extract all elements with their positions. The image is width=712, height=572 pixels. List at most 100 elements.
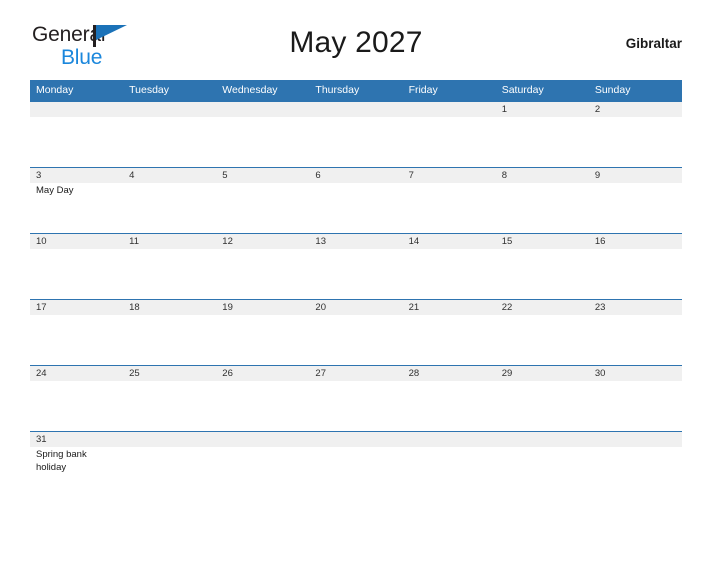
calendar-day[interactable]: 5 [216,168,310,233]
day-events [216,249,309,251]
day-events [309,447,402,449]
day-number: 11 [123,234,217,249]
calendar-week-row: 3 May Day 4 5 6 7 8 9 [30,167,682,233]
day-events [123,381,216,383]
day-events [496,315,589,317]
calendar-day[interactable]: 17 [30,300,124,365]
calendar-day-empty [402,102,496,167]
weekday-thursday: Thursday [315,84,360,96]
day-number [30,102,124,117]
calendar-grid: Monday Tuesday Wednesday Thursday Friday… [30,80,682,481]
calendar-day-empty [495,432,589,481]
day-events [589,315,682,317]
calendar-day[interactable]: 6 [309,168,403,233]
calendar-day[interactable]: 31 Spring bank holiday [30,432,124,481]
day-number: 31 [30,432,124,447]
calendar-day[interactable]: 29 [495,366,589,431]
day-events [403,315,496,317]
calendar-day[interactable]: 2 [588,102,682,167]
calendar-day[interactable]: 24 [30,366,124,431]
calendar-day-empty [216,432,310,481]
holiday-event: May Day [36,185,74,196]
calendar-day[interactable]: 12 [216,234,310,299]
calendar-day[interactable]: 11 [123,234,217,299]
day-number: 15 [495,234,589,249]
day-number: 1 [495,102,589,117]
weekday-saturday: Saturday [501,84,544,96]
calendar-day[interactable]: 22 [495,300,589,365]
holiday-event: Spring bank holiday [36,449,87,473]
day-number [123,432,217,447]
calendar-day[interactable]: 13 [309,234,403,299]
day-events [216,447,309,449]
day-events [403,447,496,449]
day-number: 25 [123,366,217,381]
day-events [496,183,589,185]
day-events [589,249,682,251]
calendar-day[interactable]: 18 [123,300,217,365]
day-events [123,249,216,251]
day-number: 27 [309,366,403,381]
day-number [123,102,217,117]
day-number [216,102,310,117]
day-number: 24 [30,366,124,381]
calendar-day[interactable]: 14 [402,234,496,299]
day-number [588,432,682,447]
calendar-day-empty [309,102,403,167]
day-events [216,381,309,383]
day-events: May Day [30,183,123,198]
calendar-day[interactable]: 9 [588,168,682,233]
country-label: Gibraltar [625,36,682,51]
day-events [496,249,589,251]
day-number: 14 [402,234,496,249]
calendar-day[interactable]: 1 [495,102,589,167]
day-events [30,315,123,317]
day-number: 30 [588,366,682,381]
day-number: 12 [216,234,310,249]
weekday-sunday: Sunday [594,84,631,96]
calendar-day[interactable]: 15 [495,234,589,299]
day-number: 6 [309,168,403,183]
calendar-day-empty [309,432,403,481]
calendar-day[interactable]: 21 [402,300,496,365]
calendar-day-empty [123,432,217,481]
calendar-day[interactable]: 8 [495,168,589,233]
day-events [216,117,309,119]
day-number: 29 [495,366,589,381]
weekday-friday: Friday [408,84,438,96]
day-events [589,183,682,185]
calendar-day[interactable]: 28 [402,366,496,431]
day-number [402,432,496,447]
calendar-day[interactable]: 26 [216,366,310,431]
calendar-day[interactable]: 3 May Day [30,168,124,233]
day-events [496,447,589,449]
day-number: 20 [309,300,403,315]
day-number: 13 [309,234,403,249]
calendar-day[interactable]: 10 [30,234,124,299]
day-events [403,183,496,185]
calendar-week-row: 24 25 26 27 28 29 30 [30,365,682,431]
day-number: 18 [123,300,217,315]
day-number: 17 [30,300,124,315]
calendar-day-empty [30,102,124,167]
day-number: 4 [123,168,217,183]
day-number: 3 [30,168,124,183]
calendar-day[interactable]: 4 [123,168,217,233]
calendar-day[interactable]: 27 [309,366,403,431]
day-number: 28 [402,366,496,381]
calendar-day[interactable]: 7 [402,168,496,233]
calendar-day[interactable]: 25 [123,366,217,431]
day-events [496,381,589,383]
calendar-day[interactable]: 30 [588,366,682,431]
day-events [216,315,309,317]
calendar-day[interactable]: 23 [588,300,682,365]
calendar-day[interactable]: 16 [588,234,682,299]
day-events [123,183,216,185]
day-number [216,432,310,447]
day-events [496,117,589,119]
calendar-day[interactable]: 19 [216,300,310,365]
weekday-header-row: Monday Tuesday Wednesday Thursday Friday… [30,80,682,101]
day-events [123,117,216,119]
day-number: 22 [495,300,589,315]
calendar-day[interactable]: 20 [309,300,403,365]
